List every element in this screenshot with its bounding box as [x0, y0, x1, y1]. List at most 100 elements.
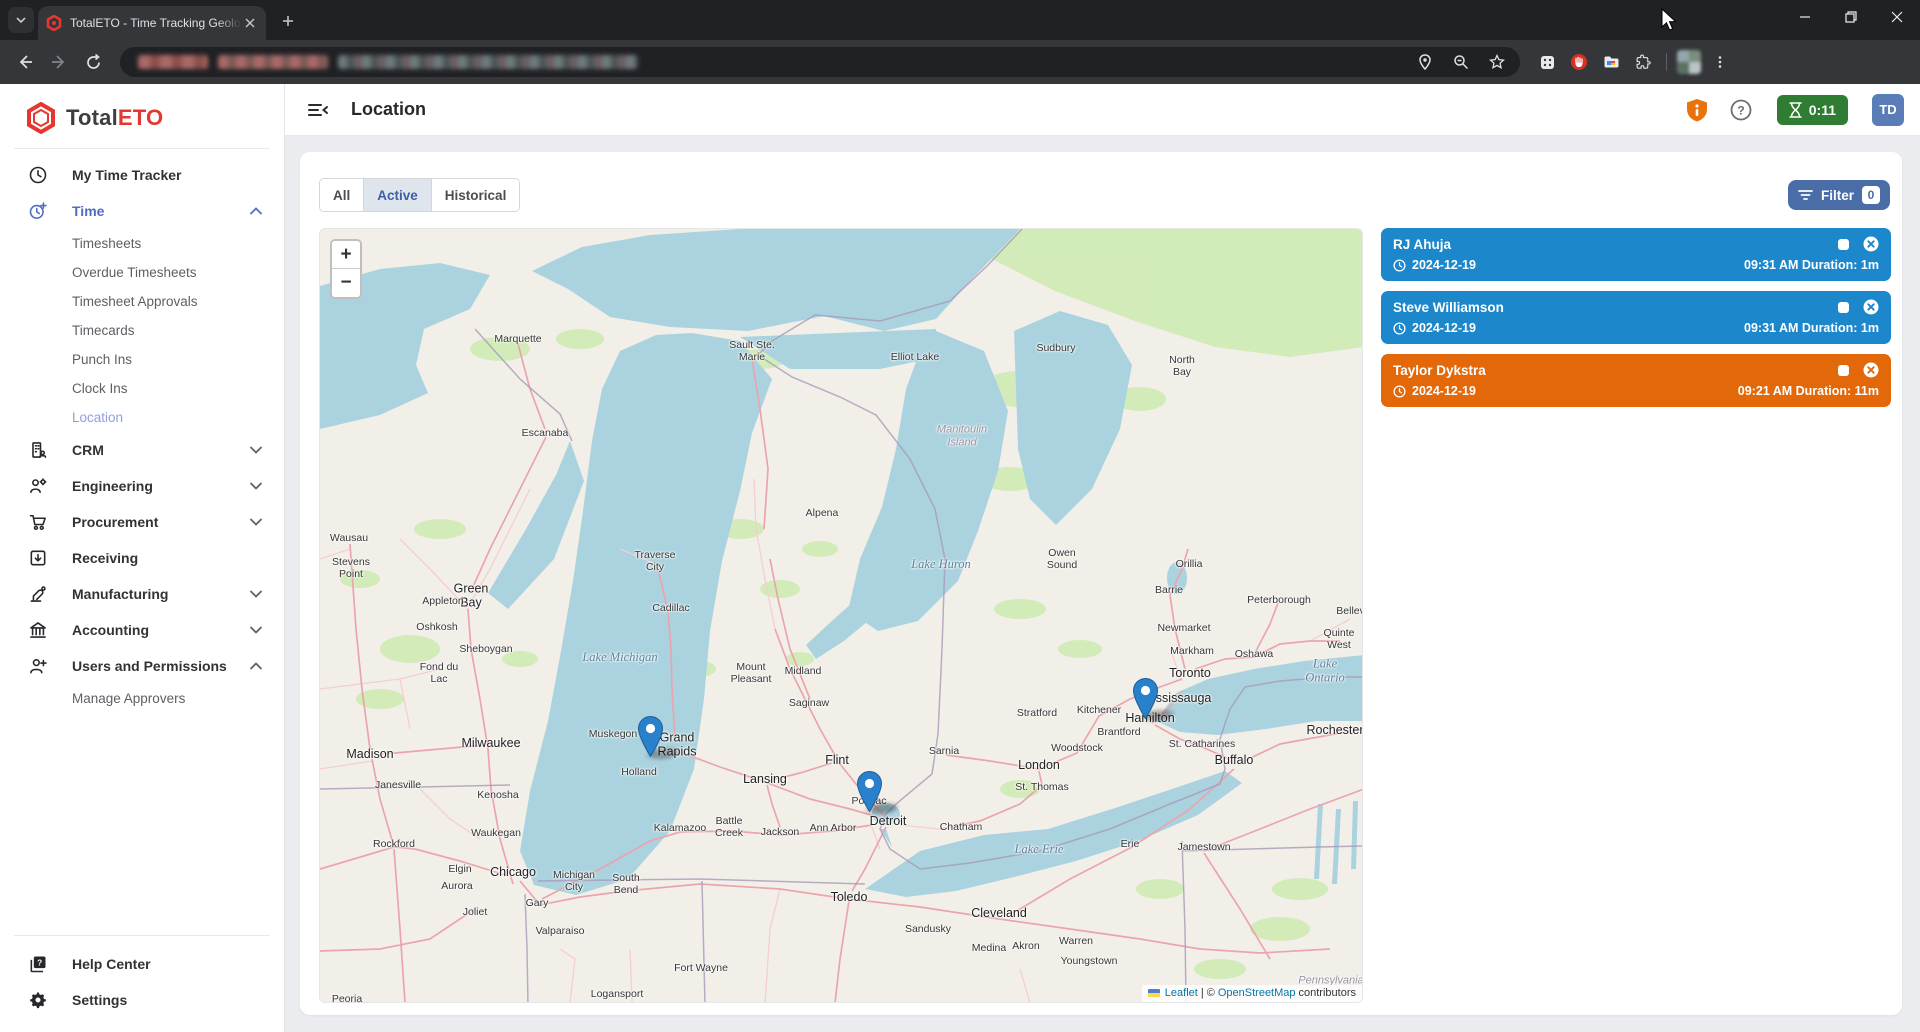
sidebar-item-label: Receiving [72, 550, 262, 566]
attribution-separator: | © [1201, 987, 1215, 999]
people-card-list: RJ Ahuja 2024-12-19 09:31 AM Duration: 1… [1381, 228, 1891, 1003]
tab-active[interactable]: Active [364, 179, 432, 211]
sidebar-item-users-and-permissions[interactable]: Users and Permissions [0, 648, 284, 684]
tab-search-chevron-icon[interactable] [8, 7, 34, 33]
sidebar-item-label: Accounting [72, 622, 250, 638]
tab-historical[interactable]: Historical [432, 179, 520, 211]
extensions-puzzle-icon[interactable] [1630, 49, 1656, 75]
clock-icon [1393, 322, 1406, 335]
chevron-down-icon [250, 477, 262, 495]
sidebar: TotalETO My Time Tracker TimeTimesheetsOv… [0, 84, 285, 1032]
close-card-icon[interactable] [1863, 299, 1879, 315]
sidebar-item-manage-approvers[interactable]: Manage Approvers [0, 684, 284, 713]
sidebar-item-timesheet-approvals[interactable]: Timesheet Approvals [0, 287, 284, 316]
reload-icon[interactable] [78, 47, 108, 77]
sidebar-item-label: Settings [72, 992, 262, 1008]
svg-text:?: ? [37, 957, 42, 967]
menu-kebab-icon[interactable] [1707, 49, 1733, 75]
zoom-in-button[interactable]: + [332, 241, 360, 269]
map-attribution: Leaflet | © OpenStreetMap contributors [1142, 985, 1362, 1002]
sidebar-item-label: Procurement [72, 514, 250, 530]
leaflet-link[interactable]: Leaflet [1165, 987, 1198, 999]
profile-avatar[interactable] [1677, 50, 1701, 74]
sidebar-item-settings[interactable]: Settings [0, 982, 284, 1018]
person-card[interactable]: Steve Williamson 2024-12-19 09:31 AM Dur… [1381, 291, 1891, 344]
back-icon[interactable] [10, 47, 40, 77]
map-marker-pin[interactable] [857, 771, 882, 812]
timer-button[interactable]: 0:11 [1777, 95, 1848, 125]
app-root: TotalETO My Time Tracker TimeTimesheetsOv… [0, 84, 1920, 1032]
gear-icon [28, 990, 48, 1010]
sidebar-item-label: My Time Tracker [72, 167, 262, 183]
hourglass-icon [1789, 102, 1802, 118]
tab-title: TotalETO - Time Tracking Geolo [70, 16, 242, 30]
tab-strip: TotalETO - Time Tracking Geolo [0, 0, 1920, 40]
toolbar-separator [1666, 53, 1667, 71]
sidebar-item-punch-ins[interactable]: Punch Ins [0, 345, 284, 374]
person-card[interactable]: Taylor Dykstra 2024-12-19 09:21 AM Durat… [1381, 354, 1891, 407]
sidebar-item-overdue-timesheets[interactable]: Overdue Timesheets [0, 258, 284, 287]
forward-icon[interactable] [44, 47, 74, 77]
redacted-url-segment [138, 55, 208, 69]
sidebar-item-procurement[interactable]: Procurement [0, 504, 284, 540]
panel-toolbar: AllActiveHistorical Filter 0 [319, 178, 1891, 212]
sidebar-item-receiving[interactable]: Receiving [0, 540, 284, 576]
building-icon [28, 440, 48, 460]
zoom-out-icon[interactable] [1448, 49, 1474, 75]
browser-tab[interactable]: TotalETO - Time Tracking Geolo [38, 6, 266, 40]
person-time-duration: 09:31 AM Duration: 1m [1744, 258, 1879, 272]
files-extension-icon[interactable] [1598, 49, 1624, 75]
sidebar-item-manufacturing[interactable]: Manufacturing [0, 576, 284, 612]
sidebar-item-accounting[interactable]: Accounting [0, 612, 284, 648]
sidebar-item-label: CRM [72, 442, 250, 458]
chevron-up-icon [250, 202, 262, 220]
restore-icon[interactable] [1828, 0, 1874, 34]
close-card-icon[interactable] [1863, 362, 1879, 378]
stop-tracking-icon[interactable] [1838, 302, 1849, 313]
content-area: AllActiveHistorical Filter 0 [285, 136, 1920, 1032]
url-bar[interactable] [120, 47, 1520, 77]
person-name: RJ Ahuja [1393, 237, 1838, 252]
user-avatar[interactable]: TD [1872, 94, 1904, 126]
panel-body: MarquetteSault Ste. MarieEscanabaAlpenaS… [319, 228, 1891, 1003]
sidebar-item-clock-ins[interactable]: Clock Ins [0, 374, 284, 403]
totaleto-logo[interactable]: TotalETO [0, 84, 284, 148]
tab-close-icon[interactable] [242, 15, 258, 31]
sidebar-item-time[interactable]: Time [0, 193, 284, 229]
stop-tracking-icon[interactable] [1838, 239, 1849, 250]
sidebar-item-crm[interactable]: CRM [0, 432, 284, 468]
map-marker-pin[interactable] [638, 716, 663, 757]
help-icon[interactable]: ? [1727, 96, 1755, 124]
person-name: Taylor Dykstra [1393, 363, 1838, 378]
close-card-icon[interactable] [1863, 236, 1879, 252]
sidebar-item-location[interactable]: Location [0, 403, 284, 432]
zoom-out-button[interactable]: − [332, 269, 360, 297]
sidebar-item-timesheets[interactable]: Timesheets [0, 229, 284, 258]
window-controls [1782, 0, 1920, 34]
minimize-icon[interactable] [1782, 0, 1828, 34]
bookmark-star-icon[interactable] [1484, 49, 1510, 75]
sidebar-item-engineering[interactable]: Engineering [0, 468, 284, 504]
sidebar-collapse-icon[interactable] [307, 101, 329, 119]
adblock-hand-icon[interactable] [1566, 49, 1592, 75]
sidebar-item-my-time-tracker[interactable]: My Time Tracker [0, 157, 284, 193]
filter-button[interactable]: Filter 0 [1788, 180, 1890, 210]
sidebar-item-label: Users and Permissions [72, 658, 250, 674]
person-card[interactable]: RJ Ahuja 2024-12-19 09:31 AM Duration: 1… [1381, 228, 1891, 281]
sidebar-item-timecards[interactable]: Timecards [0, 316, 284, 345]
close-icon[interactable] [1874, 0, 1920, 34]
new-tab-icon[interactable] [274, 7, 302, 35]
sidebar-item-help-center[interactable]: ?Help Center [0, 946, 284, 982]
filter-count-badge: 0 [1862, 186, 1880, 204]
stop-tracking-icon[interactable] [1838, 365, 1849, 376]
extension-dice-icon[interactable] [1534, 49, 1560, 75]
tab-all[interactable]: All [320, 179, 364, 211]
map-zoom-control: + − [330, 239, 362, 299]
ukraine-flag-icon [1148, 989, 1160, 997]
location-pin-icon[interactable] [1412, 49, 1438, 75]
shield-info-icon[interactable] [1683, 96, 1711, 124]
person-time-duration: 09:31 AM Duration: 1m [1744, 321, 1879, 335]
leaflet-map[interactable]: MarquetteSault Ste. MarieEscanabaAlpenaS… [319, 228, 1363, 1003]
map-marker-pin[interactable] [1133, 678, 1158, 719]
osm-link[interactable]: OpenStreetMap [1218, 987, 1296, 999]
